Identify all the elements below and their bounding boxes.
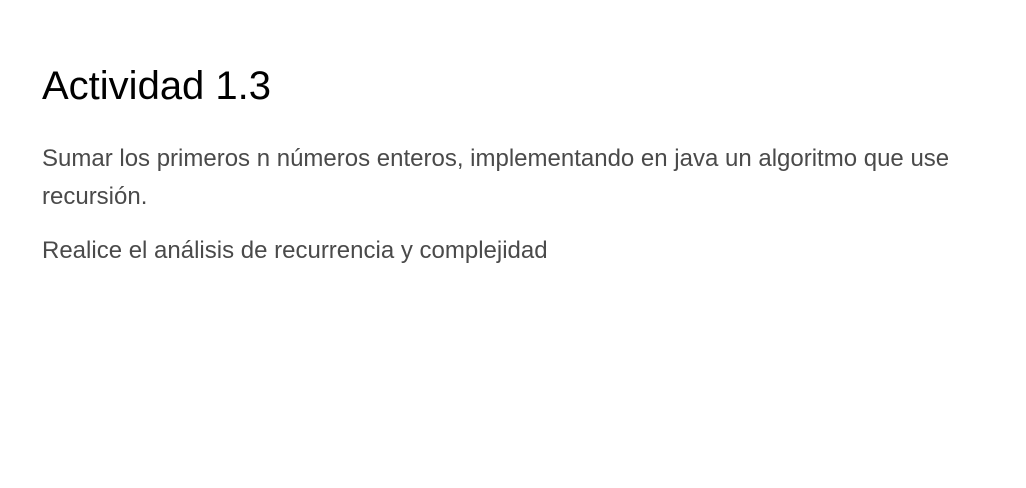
activity-content: Actividad 1.3 Sumar los primeros n númer… [42, 62, 1002, 270]
activity-title: Actividad 1.3 [42, 64, 272, 108]
activity-task: Realice el análisis de recurrencia y com… [42, 237, 548, 264]
page: { "page": { "title": "Actividad 1.3", "d… [0, 0, 1026, 488]
activity-description: Sumar los primeros n números enteros, im… [42, 145, 950, 210]
